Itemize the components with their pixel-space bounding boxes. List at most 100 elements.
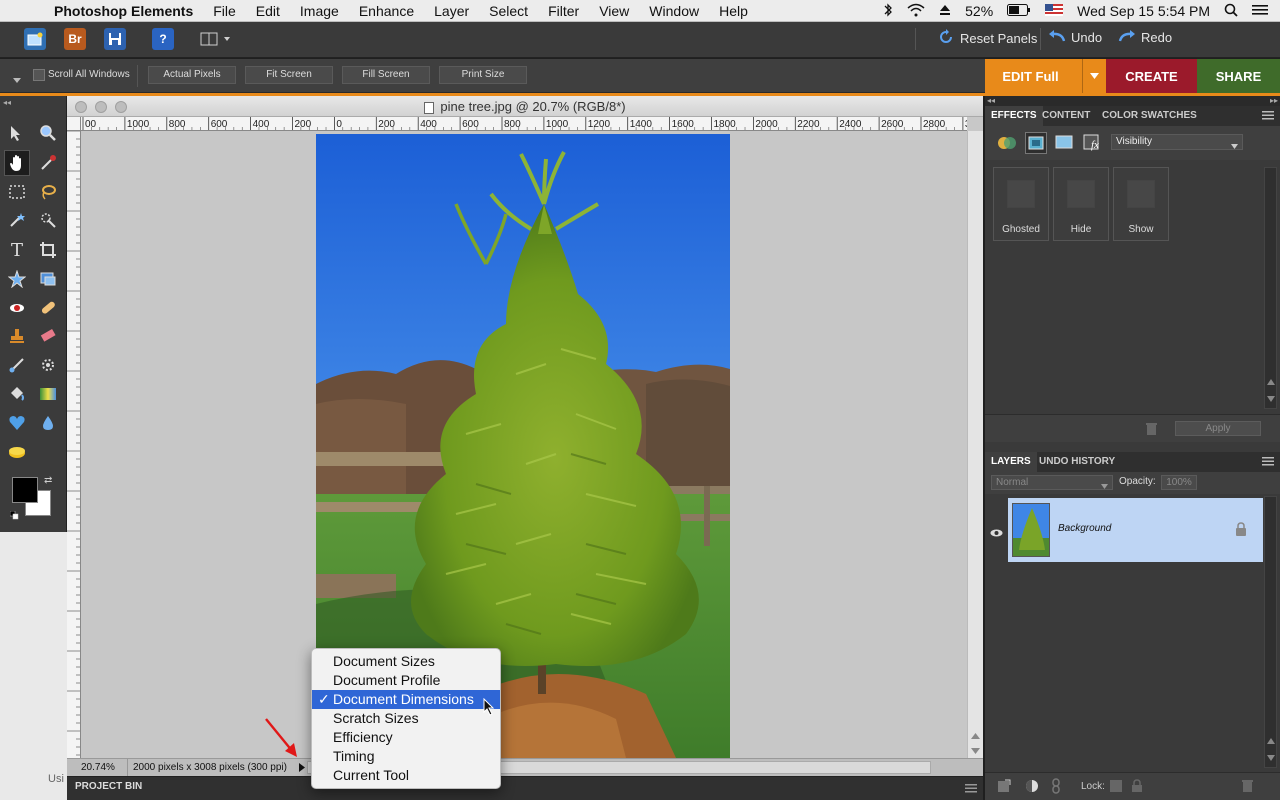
apply-effect-button[interactable]: Apply: [1175, 421, 1261, 436]
spotlight-search-icon[interactable]: [1224, 3, 1238, 20]
tab-undo-history[interactable]: UNDO HISTORY: [1033, 452, 1121, 472]
custom-shape-tool-icon[interactable]: [6, 268, 28, 290]
menu-window[interactable]: Window: [649, 3, 699, 19]
menu-item-document-sizes[interactable]: Document Sizes: [312, 652, 500, 671]
blend-mode-select[interactable]: Normal: [991, 475, 1113, 490]
smart-brush-tool-icon[interactable]: [37, 354, 59, 376]
effect-tile-ghosted[interactable]: Ghosted: [993, 167, 1049, 241]
horizontal-ruler[interactable]: 00 1000 800 600 400 200 0 200 400 600 800 1000 1200 1…: [81, 117, 967, 131]
new-layer-icon[interactable]: [997, 779, 1011, 798]
app-name-menu[interactable]: Photoshop Elements: [54, 3, 193, 19]
tab-effects[interactable]: EFFECTS: [985, 106, 1043, 126]
bridge-button[interactable]: Br: [64, 28, 86, 50]
vertical-scrollbar[interactable]: [967, 131, 983, 758]
expand-panels-icon[interactable]: ◂◂: [987, 96, 995, 105]
menu-view[interactable]: View: [599, 3, 629, 19]
fx-all-effects-icon[interactable]: fx: [1083, 132, 1103, 157]
menu-image[interactable]: Image: [300, 3, 339, 19]
reset-panels-button[interactable]: Reset Panels: [938, 29, 1037, 48]
menu-select[interactable]: Select: [489, 3, 528, 19]
effects-category-select[interactable]: Visibility: [1111, 134, 1243, 150]
scroll-down-icon[interactable]: [970, 742, 981, 754]
crop-tool-icon[interactable]: [37, 239, 59, 261]
lasso-tool-icon[interactable]: [37, 181, 59, 203]
lock-all-icon[interactable]: [1131, 779, 1143, 798]
notification-center-icon[interactable]: [1252, 3, 1268, 19]
trash-icon[interactable]: [1146, 422, 1157, 440]
zoom-window-button[interactable]: [115, 101, 127, 113]
blur-tool-icon[interactable]: [37, 412, 59, 434]
menu-item-timing[interactable]: Timing: [312, 747, 500, 766]
fill-screen-button[interactable]: Fill Screen: [342, 66, 430, 84]
tab-share[interactable]: SHARE: [1197, 59, 1280, 93]
default-colors-icon[interactable]: [9, 507, 19, 520]
collapse-toolbox-icon[interactable]: ◂◂: [3, 98, 11, 107]
arrange-layout-icon[interactable]: [198, 28, 234, 50]
type-tool-icon[interactable]: T: [6, 239, 28, 261]
opacity-field[interactable]: 100%: [1161, 475, 1197, 490]
help-button[interactable]: ?: [152, 28, 174, 50]
menu-filter[interactable]: Filter: [548, 3, 579, 19]
clone-stamp-tool-icon[interactable]: [6, 325, 28, 347]
paint-bucket-tool-icon[interactable]: [6, 383, 28, 405]
project-bin-menu-icon[interactable]: [965, 783, 977, 796]
options-menu-arrow-icon[interactable]: [12, 71, 22, 89]
edit-mode-dropdown-icon[interactable]: [1082, 59, 1106, 93]
scroll-up-icon[interactable]: [1267, 379, 1275, 385]
redo-button[interactable]: Redo: [1118, 29, 1172, 46]
undo-button[interactable]: Undo: [1048, 29, 1102, 46]
quick-selection-tool-icon[interactable]: [37, 209, 59, 231]
bluetooth-icon[interactable]: [883, 2, 893, 20]
photo-effects-icon[interactable]: [997, 133, 1017, 158]
tab-color-swatches[interactable]: COLOR SWATCHES: [1096, 106, 1203, 126]
eyedropper-tool-icon[interactable]: [37, 152, 59, 174]
battery-percent[interactable]: 52%: [965, 3, 993, 19]
magic-wand-tool-icon[interactable]: [6, 209, 28, 231]
actual-pixels-button[interactable]: Actual Pixels: [148, 66, 236, 84]
menu-item-efficiency[interactable]: Efficiency: [312, 728, 500, 747]
status-info-menu-arrow-icon[interactable]: [299, 763, 305, 775]
adjustment-layer-icon[interactable]: [1025, 779, 1039, 798]
eraser-tool-icon[interactable]: [37, 325, 59, 347]
vertical-ruler[interactable]: [67, 131, 81, 758]
clock[interactable]: Wed Sep 15 5:54 PM: [1077, 3, 1210, 19]
tab-create[interactable]: CREATE: [1106, 59, 1197, 93]
save-icon[interactable]: [104, 28, 126, 50]
scroll-all-windows-checkbox[interactable]: [33, 69, 45, 81]
tab-edit-full[interactable]: EDIT Full: [985, 59, 1106, 93]
gradient-tool-icon[interactable]: [37, 383, 59, 405]
menu-edit[interactable]: Edit: [256, 3, 280, 19]
ruler-origin[interactable]: [67, 117, 81, 131]
red-eye-tool-icon[interactable]: [6, 297, 28, 319]
project-bin-label[interactable]: PROJECT BIN: [75, 781, 142, 792]
brush-tool-icon[interactable]: [6, 354, 28, 376]
filters-icon[interactable]: [1055, 134, 1073, 155]
scroll-down-icon[interactable]: [1267, 396, 1275, 402]
tab-content[interactable]: CONTENT: [1036, 106, 1096, 126]
zoom-tool-icon[interactable]: [37, 122, 59, 144]
scroll-down-icon[interactable]: [1267, 755, 1275, 761]
marquee-tool-icon[interactable]: [6, 181, 28, 203]
swap-colors-icon[interactable]: ⇄: [44, 475, 52, 486]
canvas-area[interactable]: [81, 131, 967, 758]
fit-screen-button[interactable]: Fit Screen: [245, 66, 333, 84]
battery-icon[interactable]: [1007, 3, 1031, 19]
lock-transparent-pixels-icon[interactable]: [1110, 780, 1122, 792]
hand-tool-icon[interactable]: [4, 150, 30, 176]
scroll-up-icon[interactable]: [970, 727, 981, 739]
eye-visibility-icon[interactable]: [990, 524, 1003, 542]
menu-item-current-tool[interactable]: Current Tool: [312, 766, 500, 785]
layers-scrollbar[interactable]: [1264, 496, 1277, 768]
panel-menu-icon[interactable]: [1262, 110, 1274, 123]
us-flag-icon[interactable]: [1045, 3, 1064, 19]
healing-brush-tool-icon[interactable]: [37, 297, 59, 319]
close-window-button[interactable]: [75, 101, 87, 113]
tab-layers[interactable]: LAYERS: [985, 452, 1037, 472]
layer-styles-icon[interactable]: [1025, 132, 1047, 154]
menu-item-scratch-sizes[interactable]: Scratch Sizes: [312, 709, 500, 728]
layer-name[interactable]: Background: [1058, 523, 1111, 534]
menu-help[interactable]: Help: [719, 3, 748, 19]
print-size-button[interactable]: Print Size: [439, 66, 527, 84]
menu-item-document-profile[interactable]: Document Profile: [312, 671, 500, 690]
link-layers-icon[interactable]: [1051, 778, 1061, 799]
